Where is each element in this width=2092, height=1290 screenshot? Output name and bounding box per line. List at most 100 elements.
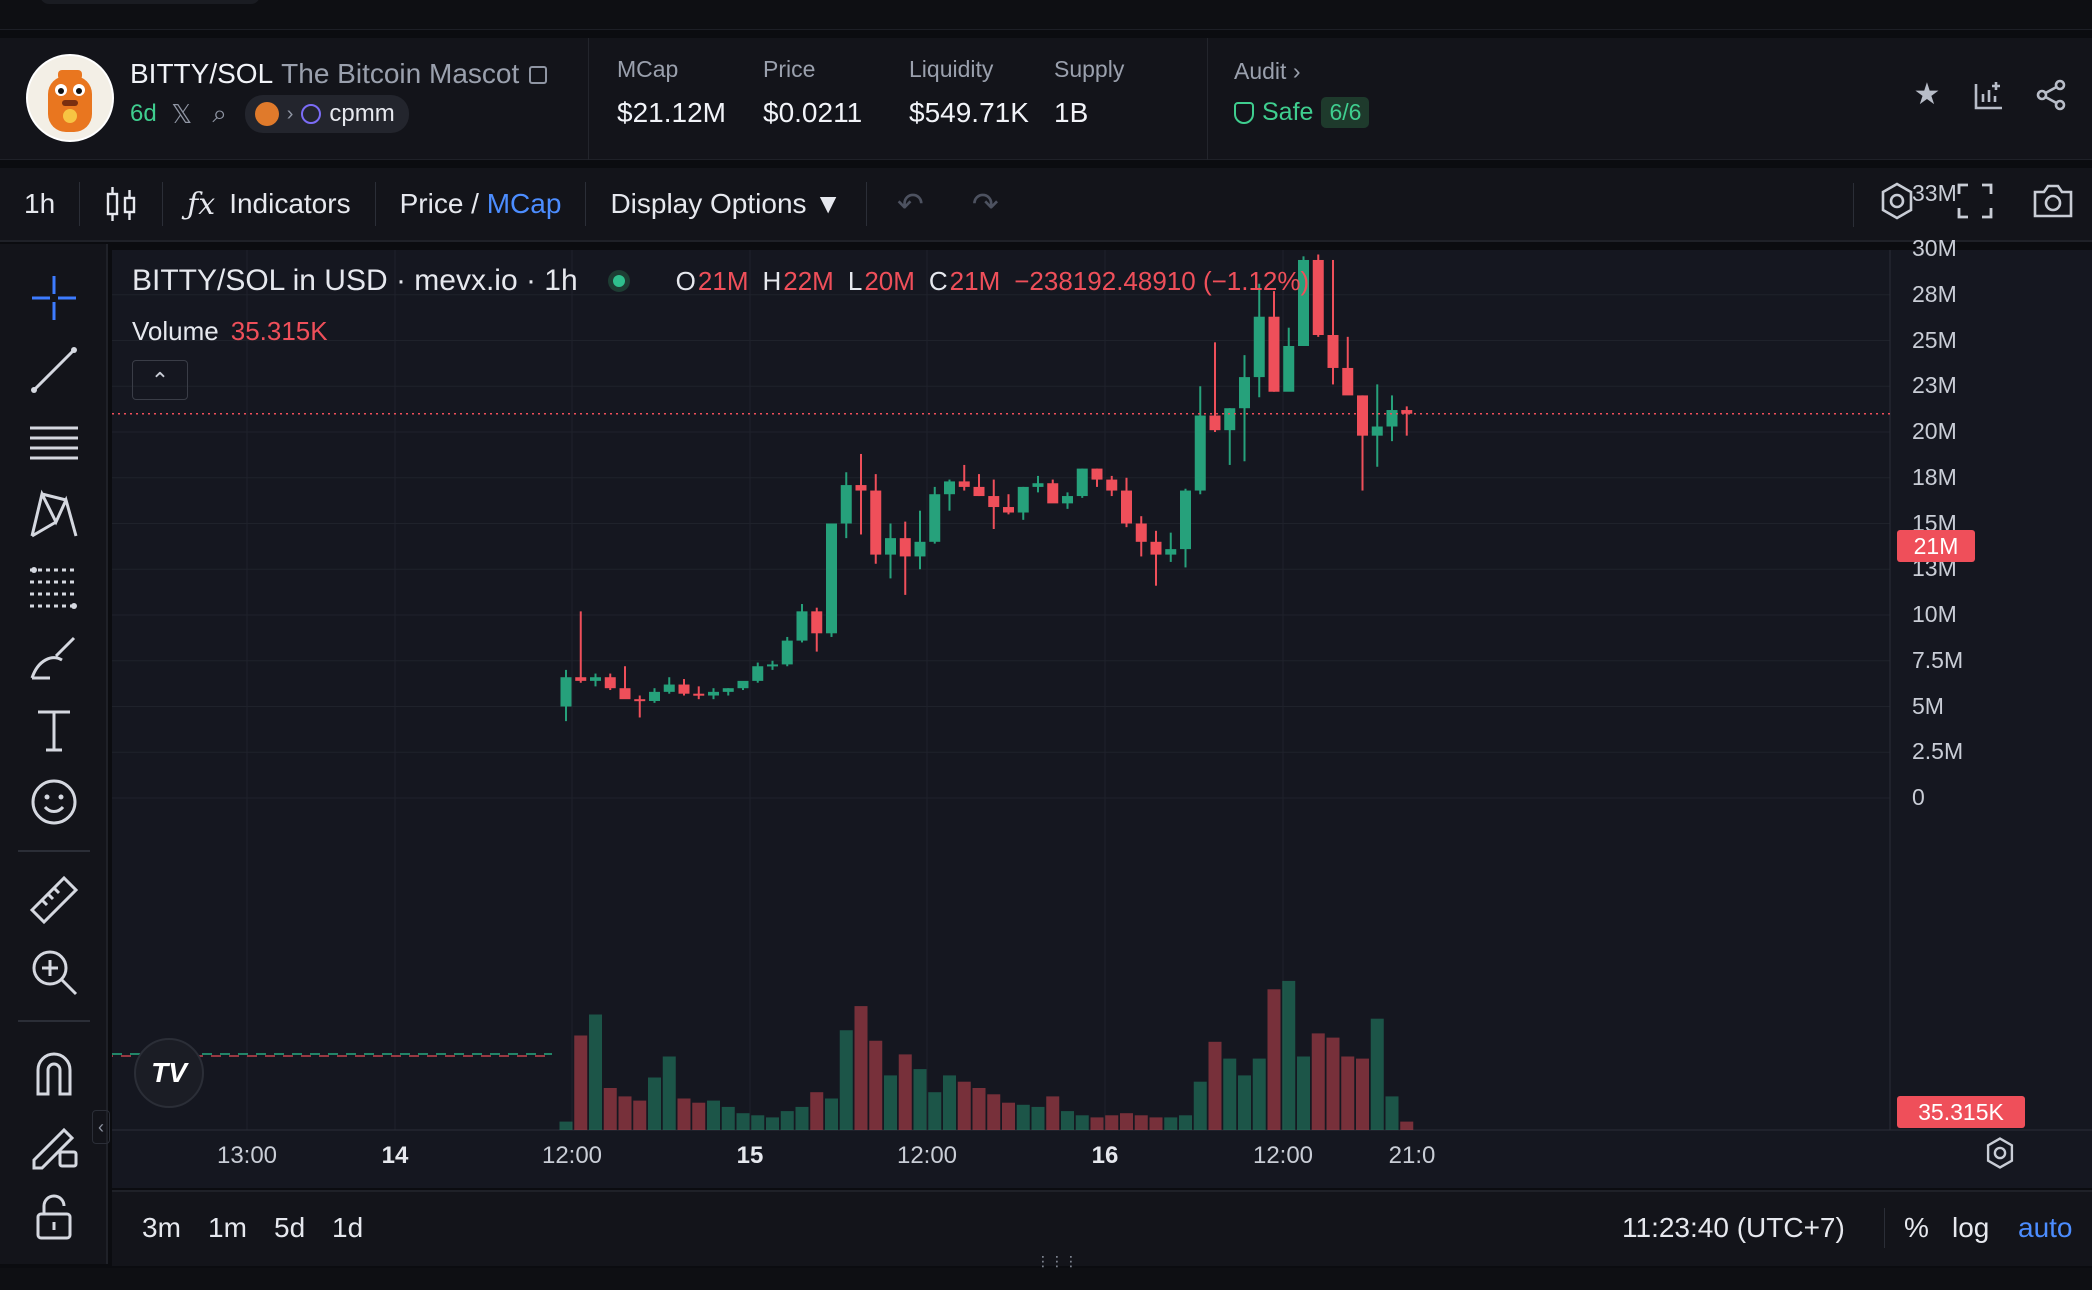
- range-3m[interactable]: 3m: [142, 1212, 181, 1244]
- percent-scale-toggle[interactable]: %: [1904, 1212, 1929, 1244]
- volume-bar: [972, 1088, 986, 1130]
- volume-bar: [707, 1100, 720, 1130]
- indicators-button[interactable]: ƒx Indicators: [163, 167, 374, 241]
- price-chart[interactable]: BITTY/SOL in USD · mevx.io · 1h O 21M H 22…: [112, 180, 2092, 1188]
- token-avatar[interactable]: [26, 54, 114, 142]
- candle-type-button[interactable]: [80, 167, 162, 241]
- range-5d[interactable]: 5d: [274, 1212, 305, 1244]
- candle-body: [1194, 415, 1206, 491]
- search-icon[interactable]: ⌕: [207, 98, 233, 130]
- timezone-clock[interactable]: 11:23:40 (UTC+7): [1622, 1212, 1845, 1244]
- toolbar-right: [1853, 168, 2092, 242]
- candle-body: [619, 688, 631, 700]
- chart-toolbar: 1h ƒx Indicators Price / MCap Display Op…: [0, 168, 2092, 242]
- stat-label: Liquidity: [909, 56, 994, 82]
- range-1m[interactable]: 1m: [208, 1212, 247, 1244]
- volume-bar: [1164, 1117, 1178, 1130]
- candle-body: [899, 538, 911, 557]
- candle-body: [1003, 507, 1014, 513]
- volume-bar: [884, 1075, 897, 1130]
- volume-bar: [1090, 1117, 1104, 1130]
- price-tick-label: 10M: [1912, 601, 1957, 627]
- volume-bar: [957, 1081, 971, 1130]
- time-tick-label: 12:00: [541, 1142, 603, 1169]
- volume-bar: [677, 1098, 691, 1130]
- price-mcap-toggle[interactable]: Price / MCap: [376, 167, 586, 241]
- price-toggle-label: Price: [399, 188, 464, 219]
- volume-bar: [1356, 1058, 1369, 1130]
- candle-body: [973, 486, 985, 497]
- volume-bar: [1400, 1121, 1414, 1130]
- resize-handle-icon[interactable]: ⋮⋮⋮: [1036, 1254, 1078, 1268]
- redo-icon[interactable]: ↷: [948, 167, 1023, 241]
- candle-body: [590, 677, 601, 681]
- candle-body: [958, 481, 970, 487]
- candle-body: [988, 496, 1000, 508]
- crosshair-icon[interactable]: [26, 270, 82, 326]
- chart-compare-icon[interactable]: [1972, 78, 2006, 112]
- emoji-icon[interactable]: [26, 774, 82, 830]
- camera-icon[interactable]: [2014, 182, 2092, 229]
- trend-line-icon[interactable]: [26, 342, 82, 398]
- brush-icon[interactable]: [26, 630, 82, 686]
- candle-body: [1239, 377, 1250, 409]
- collapse-legend-button[interactable]: ⌃: [132, 360, 188, 400]
- candle-body: [929, 494, 941, 542]
- auto-scale-toggle[interactable]: auto: [2018, 1212, 2073, 1244]
- axis-settings-icon[interactable]: [1982, 1136, 2018, 1172]
- audit-panel[interactable]: Audit › Safe 6/6: [1207, 38, 1370, 160]
- stat-price: Price $0.0211: [763, 56, 862, 129]
- candles-icon: [106, 187, 136, 221]
- text-tool-icon[interactable]: [26, 702, 82, 758]
- lock-drawings-icon[interactable]: [26, 1116, 82, 1172]
- time-tick-label: 13:00: [216, 1142, 278, 1169]
- volume-bar: [1297, 1056, 1310, 1130]
- volume-bar: [1370, 1018, 1384, 1130]
- fib-retracement-icon[interactable]: [26, 558, 82, 614]
- unlock-icon[interactable]: [26, 1188, 82, 1244]
- ruler-icon[interactable]: [26, 872, 82, 928]
- pattern-icon[interactable]: [26, 486, 82, 542]
- volume-bar: [913, 1069, 927, 1130]
- magnet-icon[interactable]: [26, 1044, 82, 1100]
- volume-bar: [589, 1014, 602, 1130]
- display-options-dropdown[interactable]: Display Options ▼: [586, 167, 866, 241]
- interval-selector[interactable]: 1h: [0, 167, 79, 241]
- tradingview-logo[interactable]: TV: [134, 1038, 204, 1108]
- candle-body: [1106, 479, 1118, 491]
- collapse-sidebar-icon[interactable]: ‹: [92, 1110, 110, 1144]
- zoom-in-icon[interactable]: [26, 944, 82, 1000]
- star-icon[interactable]: ★: [1910, 78, 1944, 112]
- candle-body: [855, 485, 867, 491]
- ohlc-values: O 21M H 22M L 20M C 21M −238192.48910 (−1.12…: [664, 266, 1310, 297]
- time-tick-label: 16: [1091, 1142, 1119, 1169]
- share-icon[interactable]: [2034, 78, 2068, 112]
- candle-body: [1327, 335, 1339, 368]
- candlestick-chart[interactable]: [112, 250, 2092, 1188]
- candle-body: [1165, 549, 1177, 555]
- stat-mcap: MCap $21.12M: [617, 56, 726, 129]
- volume-bar: [1341, 1056, 1355, 1130]
- x-twitter-icon[interactable]: 𝕏: [169, 99, 195, 130]
- range-1d[interactable]: 1d: [332, 1212, 363, 1244]
- time-tick-label: 14: [381, 1142, 409, 1169]
- stat-supply: Supply 1B: [1054, 56, 1124, 129]
- candle-body: [885, 538, 896, 555]
- copy-icon[interactable]: [529, 66, 548, 84]
- volume-bar: [825, 1098, 838, 1130]
- volume-bar: [1134, 1115, 1148, 1130]
- candle-body: [1386, 410, 1398, 427]
- log-scale-toggle[interactable]: log: [1952, 1212, 1989, 1244]
- stat-label: Supply: [1054, 56, 1125, 82]
- chart-bottom-bar: 3m 1m 5d 1d 11:23:40 (UTC+7) % log auto: [112, 1190, 2092, 1266]
- price-tick-label: 28M: [1912, 280, 1957, 307]
- audit-safe-label: Safe: [1262, 98, 1314, 126]
- mcap-toggle-label: MCap: [486, 188, 562, 219]
- dex-pill[interactable]: › cpmm: [244, 95, 409, 133]
- candle-body: [1017, 486, 1029, 513]
- audit-title: Audit: [1234, 58, 1287, 84]
- volume-bar: [618, 1096, 632, 1130]
- horizontal-lines-icon[interactable]: [26, 414, 82, 470]
- undo-icon[interactable]: ↶: [867, 167, 948, 241]
- candle-body: [722, 688, 734, 692]
